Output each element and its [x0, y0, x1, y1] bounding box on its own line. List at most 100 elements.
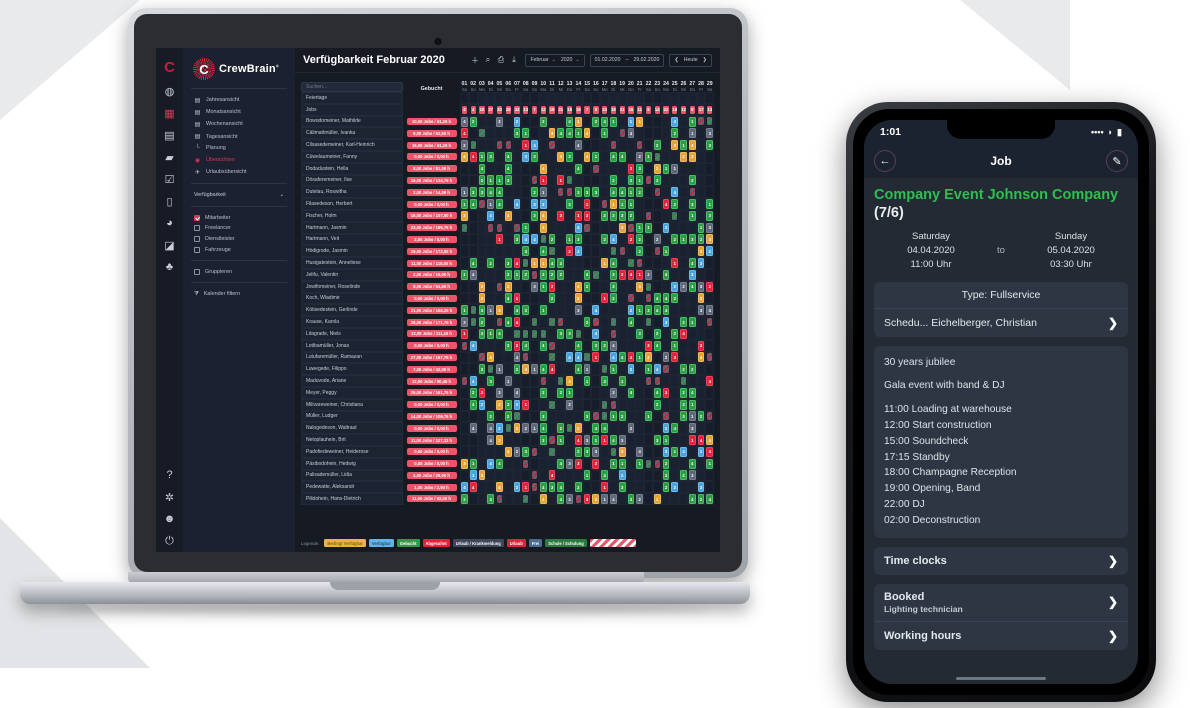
grid-cell[interactable]: 3	[687, 268, 697, 281]
grid-cell[interactable]: 28	[503, 103, 513, 116]
grid-cell[interactable]: 4	[573, 339, 583, 352]
grid-cell[interactable]: 4	[573, 351, 583, 364]
grid-cell[interactable]: 10	[477, 103, 487, 116]
grid-cell[interactable]: 2	[565, 245, 574, 258]
grid-cell[interactable]	[573, 375, 583, 387]
grid-cell[interactable]	[521, 280, 531, 293]
table-icon[interactable]: ▤	[156, 124, 183, 146]
grid-cell[interactable]	[591, 469, 601, 482]
grid-cell[interactable]: 2	[591, 115, 601, 128]
grid-cell[interactable]	[652, 257, 662, 269]
grid-cell[interactable]: 3	[530, 150, 539, 163]
grid-cell[interactable]	[670, 469, 680, 482]
grid-cell[interactable]	[644, 186, 653, 199]
grid-cell[interactable]: 1	[600, 434, 610, 446]
grid-cell[interactable]: 4	[687, 257, 697, 269]
grid-cell[interactable]: 4	[617, 351, 627, 364]
grid-cell[interactable]: 3	[582, 434, 592, 446]
grid-cell[interactable]: 1	[573, 115, 583, 128]
grid-cell[interactable]	[609, 221, 618, 234]
grid-cell[interactable]	[617, 493, 627, 505]
grid-cell[interactable]: 4	[687, 280, 697, 293]
grid-cell[interactable]: 1	[687, 410, 697, 423]
checkbox-mitarbeiter[interactable]: Mitarbeiter	[191, 212, 287, 223]
grid-cell[interactable]: 3	[460, 457, 469, 470]
grid-cell[interactable]: 1	[670, 339, 680, 352]
grid-cell[interactable]	[609, 422, 618, 435]
grid-cell[interactable]: 4	[670, 115, 680, 128]
grid-cell[interactable]: 4	[547, 257, 557, 269]
grid-cell[interactable]: 3	[609, 386, 618, 399]
grid-cell[interactable]: 4	[687, 386, 697, 399]
grid-cell[interactable]	[661, 139, 671, 151]
grid-cell[interactable]: 3	[687, 198, 697, 210]
grid-cell[interactable]	[626, 398, 636, 411]
grid-cell[interactable]: 4	[512, 351, 522, 364]
grid-cell[interactable]	[521, 493, 531, 505]
grid-cell[interactable]	[670, 375, 680, 387]
grid-cell[interactable]: 2	[652, 139, 662, 151]
grid-cell[interactable]	[468, 351, 478, 364]
grid-cell[interactable]: 3	[573, 457, 583, 470]
grid-cell[interactable]	[530, 92, 539, 104]
grid-cell[interactable]: 1	[512, 292, 522, 305]
grid-cell[interactable]: 2	[617, 268, 627, 281]
folder-icon[interactable]: ▰	[156, 146, 183, 168]
grid-cell[interactable]: 2	[556, 386, 566, 399]
grid-cell[interactable]: 14	[652, 103, 662, 116]
grid-cell[interactable]: 4	[486, 186, 496, 199]
grid-cell[interactable]: 22	[661, 103, 671, 116]
table-row[interactable]: Pedewatte, Aleksandr 1,00 Jobs / 2,50 h44…	[301, 481, 714, 494]
grid-cell[interactable]	[468, 209, 478, 222]
grid-cell[interactable]: 18	[565, 103, 574, 116]
grid-cell[interactable]	[530, 162, 539, 175]
grid-cell[interactable]	[591, 410, 601, 423]
grid-cell[interactable]: 33	[512, 103, 522, 116]
grid-cell[interactable]	[600, 280, 610, 293]
grid-cell[interactable]	[600, 150, 610, 163]
grid-cell[interactable]: 1	[635, 221, 645, 234]
grid-cell[interactable]	[538, 327, 548, 340]
grid-cell[interactable]: 1	[582, 198, 592, 210]
grid-cell[interactable]	[547, 422, 557, 435]
grid-cell[interactable]: 3	[670, 351, 680, 364]
grid-cell[interactable]: 1	[512, 268, 522, 281]
table-row[interactable]: Padofiedeweiner, Heiderose 0,00 Jobs / 0,…	[301, 445, 714, 458]
grid-cell[interactable]	[530, 245, 539, 258]
grid-cell[interactable]: 3	[530, 280, 539, 293]
grid-cell[interactable]	[661, 233, 671, 246]
checkbox-dienstleister[interactable]: Dienstleister	[191, 234, 287, 245]
calendar-filter-button[interactable]: ⧩ Kalender filtern	[191, 288, 287, 300]
grid-cell[interactable]: 4	[661, 198, 671, 210]
grid-cell[interactable]: 19	[609, 103, 618, 116]
grid-cell[interactable]	[696, 209, 706, 222]
grid-cell[interactable]	[644, 445, 653, 458]
grid-cell[interactable]: 2	[495, 434, 504, 446]
grid-cell[interactable]	[460, 221, 469, 234]
grid-cell[interactable]	[512, 150, 522, 163]
grid-cell[interactable]	[635, 339, 645, 352]
grid-cell[interactable]	[609, 139, 618, 151]
grid-cell[interactable]	[617, 280, 627, 293]
table-row[interactable]: Netoplauhein, Brit 11,00 Jobs / 127,33 h4…	[301, 434, 714, 446]
grid-cell[interactable]: 2	[512, 115, 522, 128]
grid-cell[interactable]	[635, 469, 645, 482]
grid-cell[interactable]	[635, 198, 645, 210]
grid-cell[interactable]	[696, 422, 706, 435]
grid-cell[interactable]: 4	[626, 386, 636, 399]
grid-cell[interactable]: 3	[661, 386, 671, 399]
table-row[interactable]: Hartmann, Veit 2,00 Jobs / 8,00 h13442132…	[301, 233, 714, 246]
grid-cell[interactable]: 4	[460, 115, 469, 128]
grid-cell[interactable]	[556, 363, 566, 376]
grid-cell[interactable]: 1	[609, 410, 618, 423]
grid-cell[interactable]: 4	[565, 351, 574, 364]
grid-cell[interactable]: 2	[591, 457, 601, 470]
grid-cell[interactable]: 4	[609, 339, 618, 352]
grid-cell[interactable]	[547, 386, 557, 399]
grid-cell[interactable]: 3	[556, 209, 566, 222]
grid-cell[interactable]	[503, 457, 513, 470]
grid-cell[interactable]	[696, 363, 706, 376]
grid-cell[interactable]: 4	[626, 127, 636, 140]
grid-cell[interactable]	[582, 327, 592, 340]
grid-cell[interactable]: 2	[503, 410, 513, 423]
